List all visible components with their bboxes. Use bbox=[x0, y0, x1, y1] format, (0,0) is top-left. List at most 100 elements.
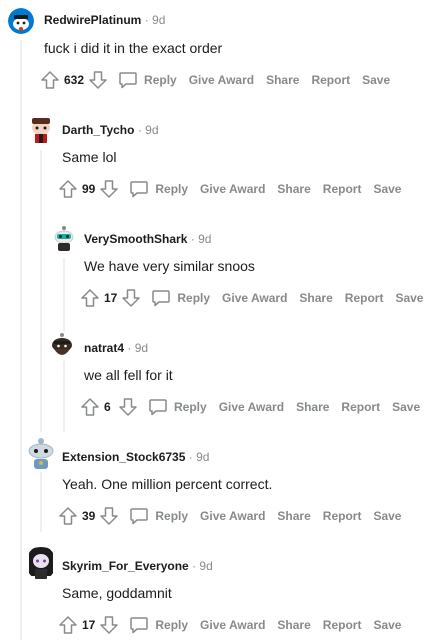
downvote-arrow-icon[interactable] bbox=[99, 179, 119, 199]
comment-author[interactable]: VerySmoothShark bbox=[84, 232, 187, 246]
thread-line[interactable] bbox=[20, 40, 22, 640]
snoo-avatar-icon bbox=[26, 546, 56, 580]
meta-separator: · bbox=[127, 341, 132, 355]
reply-label: Reply bbox=[155, 182, 189, 196]
comment-actions: 17 Reply Give Award Share Report Save bbox=[80, 286, 423, 310]
comment-actions: 632 Reply Give Award Share Report Save bbox=[40, 68, 390, 92]
upvote-arrow-icon[interactable] bbox=[58, 615, 78, 635]
downvote-arrow-icon[interactable] bbox=[99, 506, 119, 526]
vote-score: 99 bbox=[82, 182, 96, 196]
meta-separator: · bbox=[190, 232, 195, 246]
snoo-avatar-icon bbox=[48, 331, 76, 361]
comment-author[interactable]: natrat4 bbox=[84, 341, 124, 355]
speech-bubble-icon bbox=[148, 397, 168, 417]
meta-separator: · bbox=[137, 123, 142, 137]
meta-separator: · bbox=[192, 559, 197, 573]
report-button[interactable]: Report bbox=[345, 291, 384, 305]
snoo-avatar-icon bbox=[8, 8, 34, 34]
reply-label: Reply bbox=[174, 400, 207, 414]
speech-bubble-icon bbox=[129, 179, 149, 199]
reply-button[interactable]: Reply bbox=[129, 615, 188, 635]
comment-body: fuck i did it in the exact order bbox=[44, 40, 223, 56]
avatar[interactable] bbox=[26, 546, 56, 580]
reply-label: Reply bbox=[155, 509, 189, 523]
downvote-arrow-icon[interactable] bbox=[121, 288, 141, 308]
vote-score: 632 bbox=[64, 73, 85, 87]
avatar[interactable] bbox=[8, 8, 34, 34]
comment-timestamp[interactable]: 9d bbox=[152, 13, 165, 27]
save-button[interactable]: Save bbox=[373, 618, 401, 632]
speech-bubble-icon bbox=[129, 506, 149, 526]
upvote-arrow-icon[interactable] bbox=[58, 506, 78, 526]
comment-body: we all fell for it bbox=[84, 367, 173, 383]
vote-score: 17 bbox=[82, 618, 96, 632]
report-button[interactable]: Report bbox=[311, 73, 350, 87]
reply-button[interactable]: Reply bbox=[129, 506, 188, 526]
comment-author[interactable]: Darth_Tycho bbox=[62, 123, 134, 137]
speech-bubble-icon bbox=[129, 615, 149, 635]
reply-button[interactable]: Reply bbox=[148, 397, 207, 417]
save-button[interactable]: Save bbox=[373, 182, 401, 196]
reply-button[interactable]: Reply bbox=[151, 288, 210, 308]
avatar[interactable] bbox=[26, 114, 56, 144]
vote-score: 39 bbox=[82, 509, 96, 523]
upvote-arrow-icon[interactable] bbox=[58, 179, 78, 199]
give-award-button[interactable]: Give Award bbox=[200, 182, 265, 196]
share-button[interactable]: Share bbox=[266, 73, 299, 87]
comment-timestamp[interactable]: 9d bbox=[198, 232, 211, 246]
comment-timestamp[interactable]: 9d bbox=[135, 341, 148, 355]
report-button[interactable]: Report bbox=[341, 400, 380, 414]
comment-author[interactable]: Skyrim_For_Everyone bbox=[62, 559, 189, 573]
report-button[interactable]: Report bbox=[323, 509, 362, 523]
share-button[interactable]: Share bbox=[296, 400, 329, 414]
upvote-arrow-icon[interactable] bbox=[80, 397, 100, 417]
avatar[interactable] bbox=[48, 331, 76, 361]
thread-line[interactable] bbox=[40, 150, 42, 432]
comment-actions: 17 Reply Give Award Share Report Save bbox=[58, 613, 401, 637]
report-button[interactable]: Report bbox=[323, 618, 362, 632]
save-button[interactable]: Save bbox=[373, 509, 401, 523]
give-award-button[interactable]: Give Award bbox=[189, 73, 254, 87]
comment-timestamp[interactable]: 9d bbox=[199, 559, 212, 573]
comment-body: Same, goddamnit bbox=[62, 585, 172, 601]
give-award-button[interactable]: Give Award bbox=[200, 509, 265, 523]
reply-label: Reply bbox=[144, 73, 177, 87]
meta-separator: · bbox=[144, 13, 149, 27]
give-award-button[interactable]: Give Award bbox=[222, 291, 287, 305]
report-button[interactable]: Report bbox=[323, 182, 362, 196]
comment-actions: 39 Reply Give Award Share Report Save bbox=[58, 504, 401, 528]
share-button[interactable]: Share bbox=[277, 182, 310, 196]
vote-score: 6 bbox=[104, 400, 111, 414]
snoo-avatar-icon bbox=[50, 224, 78, 252]
save-button[interactable]: Save bbox=[362, 73, 390, 87]
reply-label: Reply bbox=[155, 618, 189, 632]
share-button[interactable]: Share bbox=[299, 291, 332, 305]
reply-button[interactable]: Reply bbox=[118, 70, 177, 90]
give-award-button[interactable]: Give Award bbox=[200, 618, 265, 632]
reply-button[interactable]: Reply bbox=[129, 179, 188, 199]
give-award-button[interactable]: Give Award bbox=[219, 400, 284, 414]
comment-timestamp[interactable]: 9d bbox=[196, 450, 209, 464]
comment-actions: 6 Reply Give Award Share Report Save bbox=[80, 395, 420, 419]
downvote-arrow-icon[interactable] bbox=[99, 615, 119, 635]
thread-line[interactable] bbox=[40, 472, 42, 532]
avatar[interactable] bbox=[50, 224, 78, 252]
comment-body: We have very similar snoos bbox=[84, 258, 255, 274]
upvote-arrow-icon[interactable] bbox=[80, 288, 100, 308]
comment-timestamp[interactable]: 9d bbox=[145, 123, 158, 137]
speech-bubble-icon bbox=[151, 288, 171, 308]
meta-separator: · bbox=[188, 450, 193, 464]
comment-author[interactable]: Extension_Stock6735 bbox=[62, 450, 185, 464]
downvote-arrow-icon[interactable] bbox=[118, 397, 138, 417]
save-button[interactable]: Save bbox=[395, 291, 423, 305]
share-button[interactable]: Share bbox=[277, 509, 310, 523]
avatar[interactable] bbox=[26, 436, 56, 470]
snoo-avatar-icon bbox=[26, 114, 56, 144]
downvote-arrow-icon[interactable] bbox=[88, 70, 108, 90]
share-button[interactable]: Share bbox=[277, 618, 310, 632]
comment-author[interactable]: RedwirePlatinum bbox=[44, 13, 141, 27]
save-button[interactable]: Save bbox=[392, 400, 420, 414]
comment-actions: 99 Reply Give Award Share Report Save bbox=[58, 177, 401, 201]
upvote-arrow-icon[interactable] bbox=[40, 70, 60, 90]
speech-bubble-icon bbox=[118, 70, 138, 90]
